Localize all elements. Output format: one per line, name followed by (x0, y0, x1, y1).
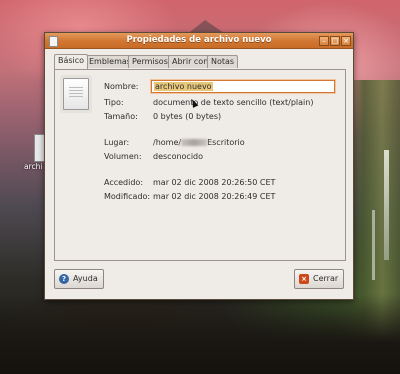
tab-notas[interactable]: Notas (207, 55, 239, 68)
redacted-username (181, 139, 208, 146)
titlebar[interactable]: Propiedades de archivo nuevo – □ × (45, 33, 353, 49)
minimize-button[interactable]: – (319, 36, 329, 46)
tab-abrir-con[interactable]: Abrir con (168, 55, 213, 68)
waterfall-small (372, 210, 375, 280)
accessed-label: Accedido: (104, 178, 144, 187)
volume-value: desconocido (153, 152, 204, 161)
ground-scenery (0, 294, 400, 374)
help-icon: ? (59, 274, 69, 284)
type-label: Tipo: (104, 98, 124, 107)
location-suffix: Escritorio (207, 138, 245, 147)
volume-label: Volumen: (104, 152, 142, 161)
desktop-icon-label[interactable]: archi (24, 162, 42, 171)
location-prefix: /home/ (153, 138, 182, 147)
file-icon[interactable] (63, 78, 89, 110)
location-value: /home/Escritorio (153, 138, 245, 147)
close-button[interactable]: × Cerrar (294, 269, 344, 289)
window-title: Propiedades de archivo nuevo (126, 35, 272, 45)
maximize-button[interactable]: □ (330, 36, 340, 46)
modified-label: Modificado: (104, 192, 151, 201)
tab-permisos[interactable]: Permisos (128, 55, 172, 68)
tab-basico[interactable]: Básico (54, 54, 89, 69)
size-label: Tamaño: (104, 112, 138, 121)
size-value: 0 bytes (0 bytes) (153, 112, 222, 121)
properties-window: Propiedades de archivo nuevo – □ × Básic… (44, 32, 354, 300)
type-value: documento de texto sencillo (text/plain) (153, 98, 314, 107)
accessed-value: mar 02 dic 2008 20:26:50 CET (153, 178, 276, 187)
close-button-label: Cerrar (313, 274, 339, 283)
waterfall (384, 150, 389, 260)
modified-value: mar 02 dic 2008 20:26:49 CET (153, 192, 276, 201)
close-x-icon: × (299, 274, 309, 284)
location-label: Lugar: (104, 138, 130, 147)
close-window-button[interactable]: × (341, 36, 351, 46)
name-label: Nombre: (104, 82, 139, 91)
name-field[interactable]: archivo nuevo (151, 80, 335, 93)
name-field-value[interactable]: archivo nuevo (154, 82, 213, 91)
help-button-label: Ayuda (73, 274, 98, 283)
help-button[interactable]: ? Ayuda (54, 269, 104, 289)
